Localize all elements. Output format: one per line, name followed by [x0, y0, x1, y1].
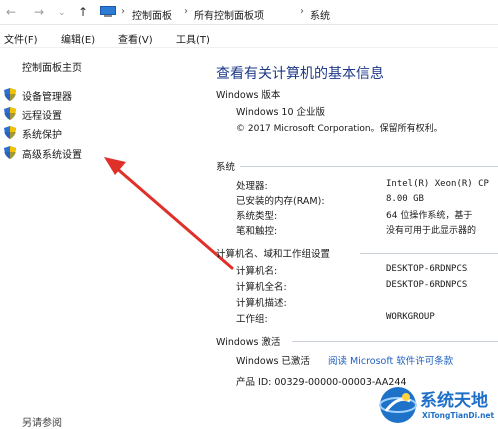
watermark: 系统天地 XiTongTianDi.net — [378, 384, 498, 426]
workgroup-value: WORKGROUP — [386, 312, 435, 322]
system-type-label: 系统类型: — [236, 211, 278, 222]
full-computer-name-label: 计算机全名: — [236, 282, 287, 293]
watermark-logo-icon — [379, 387, 417, 423]
memory-label: 已安装的内存(RAM): — [236, 196, 325, 207]
system-type-value: 64 位操作系统，基于 — [386, 211, 473, 221]
page-title: 查看有关计算机的基本信息 — [216, 66, 384, 82]
activation-status: Windows 已激活 — [236, 356, 310, 367]
computer-name-label: 计算机名: — [236, 266, 278, 277]
computer-name-header: 计算机名、域和工作组设置 — [216, 249, 331, 260]
windows-edition-value: Windows 10 企业版 — [236, 107, 326, 118]
computer-description-label: 计算机描述: — [236, 298, 287, 309]
processor-value: Intel(R) Xeon(R) CP — [386, 179, 489, 189]
full-computer-name-value: DESKTOP-6RDNPCS — [386, 280, 468, 290]
license-terms-link[interactable]: 阅读 Microsoft 软件许可条款 — [328, 353, 453, 367]
memory-value: 8.00 GB — [386, 194, 424, 204]
section-divider — [292, 341, 498, 342]
pen-touch-label: 笔和触控: — [236, 226, 278, 237]
system-header: 系统 — [216, 162, 236, 173]
workgroup-label: 工作组: — [236, 314, 268, 325]
windows-edition-header: Windows 版本 — [216, 90, 281, 101]
computer-name-value: DESKTOP-6RDNPCS — [386, 264, 468, 274]
watermark-title: 系统天地 — [420, 391, 488, 411]
windows-activation-header: Windows 激活 — [216, 337, 281, 348]
section-divider — [360, 253, 498, 254]
processor-label: 处理器: — [236, 181, 268, 192]
section-divider — [240, 166, 498, 167]
watermark-url: XiTongTianDi.net — [422, 411, 495, 420]
copyright-text: © 2017 Microsoft Corporation。保留所有权利。 — [236, 124, 443, 134]
pen-touch-value: 没有可用于此显示器的 — [386, 226, 477, 236]
